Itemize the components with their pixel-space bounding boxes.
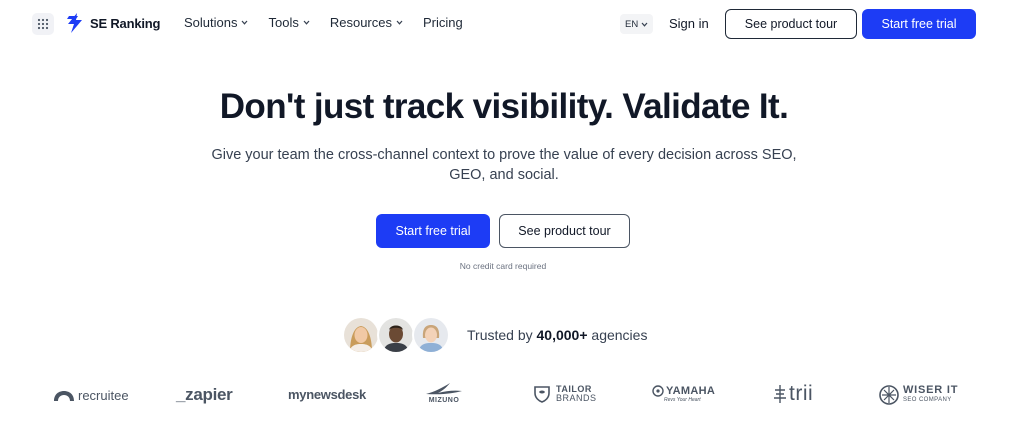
wiser-it-logo: WISER IT SEO COMPANY bbox=[878, 384, 958, 406]
trii-logo: trii bbox=[773, 382, 813, 406]
header-product-tour-button[interactable]: See product tour bbox=[725, 9, 857, 39]
yamaha-wordmark: YAMAHA bbox=[666, 385, 716, 397]
nav-label: Tools bbox=[268, 15, 299, 30]
recruitee-logo: recruitee bbox=[53, 388, 129, 403]
nav-label: Solutions bbox=[184, 15, 238, 30]
chevron-down-icon bbox=[396, 20, 403, 25]
avatar bbox=[377, 316, 415, 354]
brand-logo[interactable]: SE Ranking bbox=[66, 12, 160, 34]
mizuno-wordmark: MIZUNO bbox=[428, 397, 460, 404]
recruitee-wordmark: recruitee bbox=[78, 388, 129, 403]
trusted-suffix: agencies bbox=[587, 327, 648, 343]
trii-wordmark: trii bbox=[789, 382, 814, 405]
hero-title: Don't just track visibility. Validate It… bbox=[219, 87, 789, 126]
tailor-brands-shield-icon bbox=[534, 386, 550, 403]
agency-count: 40,000+ bbox=[536, 327, 588, 343]
customer-avatars bbox=[342, 316, 452, 354]
trusted-prefix: Trusted by bbox=[467, 327, 537, 343]
yamaha-tuning-forks-icon bbox=[652, 385, 664, 397]
main-nav: Solutions Tools Resources Pricing bbox=[184, 15, 483, 30]
hero-subtitle: Give your team the cross-channel context… bbox=[211, 147, 797, 183]
chevron-down-icon bbox=[641, 22, 648, 27]
sign-in-link[interactable]: Sign in bbox=[669, 16, 709, 31]
mynewsdesk-wordmark: mynewsdesk bbox=[288, 387, 366, 402]
yamaha-mark: YAMAHA bbox=[652, 385, 715, 397]
nav-tools[interactable]: Tools bbox=[268, 15, 310, 30]
language-label: EN bbox=[625, 18, 639, 30]
yamaha-tagline: Revs Your Heart bbox=[664, 397, 701, 403]
wiser-line2: SEO COMPANY bbox=[903, 397, 952, 403]
recruitee-mark-icon bbox=[54, 390, 74, 401]
nav-resources[interactable]: Resources bbox=[330, 15, 403, 30]
trusted-by-text: Trusted by 40,000+ agencies bbox=[467, 327, 647, 343]
chevron-down-icon bbox=[242, 20, 248, 25]
no-credit-card-note: No credit card required bbox=[459, 261, 547, 271]
wiser-line1: WISER IT bbox=[903, 384, 959, 396]
hero-product-tour-button[interactable]: See product tour bbox=[499, 214, 630, 248]
wiser-it-brain-icon bbox=[879, 385, 899, 405]
apps-grid-icon[interactable] bbox=[32, 13, 54, 35]
yamaha-logo: YAMAHA Revs Your Heart bbox=[652, 385, 715, 403]
se-ranking-logo-icon bbox=[67, 13, 82, 33]
avatar bbox=[342, 316, 380, 354]
tailor-brands-logo: TAILOR BRANDS bbox=[532, 384, 597, 404]
nav-label: Pricing bbox=[422, 15, 463, 30]
trii-tree-icon bbox=[774, 385, 786, 403]
client-logos-strip: recruitee _zapier mynewsdesk MIZUNO TAIL… bbox=[0, 376, 1024, 416]
wiser-it-wordmark: WISER IT SEO COMPANY bbox=[903, 385, 958, 405]
hero-start-trial-button[interactable]: Start free trial bbox=[376, 214, 490, 248]
tailor-line2: BRANDS bbox=[556, 393, 597, 403]
chevron-down-icon bbox=[303, 20, 310, 25]
zapier-wordmark: _zapier bbox=[176, 385, 233, 404]
mizuno-runbird-icon bbox=[426, 383, 462, 395]
mynewsdesk-logo: mynewsdesk bbox=[288, 387, 366, 402]
tailor-brands-wordmark: TAILOR BRANDS bbox=[556, 385, 597, 403]
zapier-logo: _zapier bbox=[176, 385, 233, 405]
language-selector[interactable]: EN bbox=[620, 14, 654, 34]
nav-pricing[interactable]: Pricing bbox=[423, 15, 463, 30]
avatar bbox=[412, 316, 450, 354]
header-start-trial-button[interactable]: Start free trial bbox=[862, 9, 976, 39]
brand-name: SE Ranking bbox=[90, 15, 161, 31]
nav-label: Resources bbox=[329, 15, 392, 30]
site-header: SE Ranking Solutions Tools Resources Pri… bbox=[0, 0, 1024, 48]
nav-solutions[interactable]: Solutions bbox=[184, 15, 248, 30]
mizuno-logo: MIZUNO bbox=[424, 382, 464, 404]
